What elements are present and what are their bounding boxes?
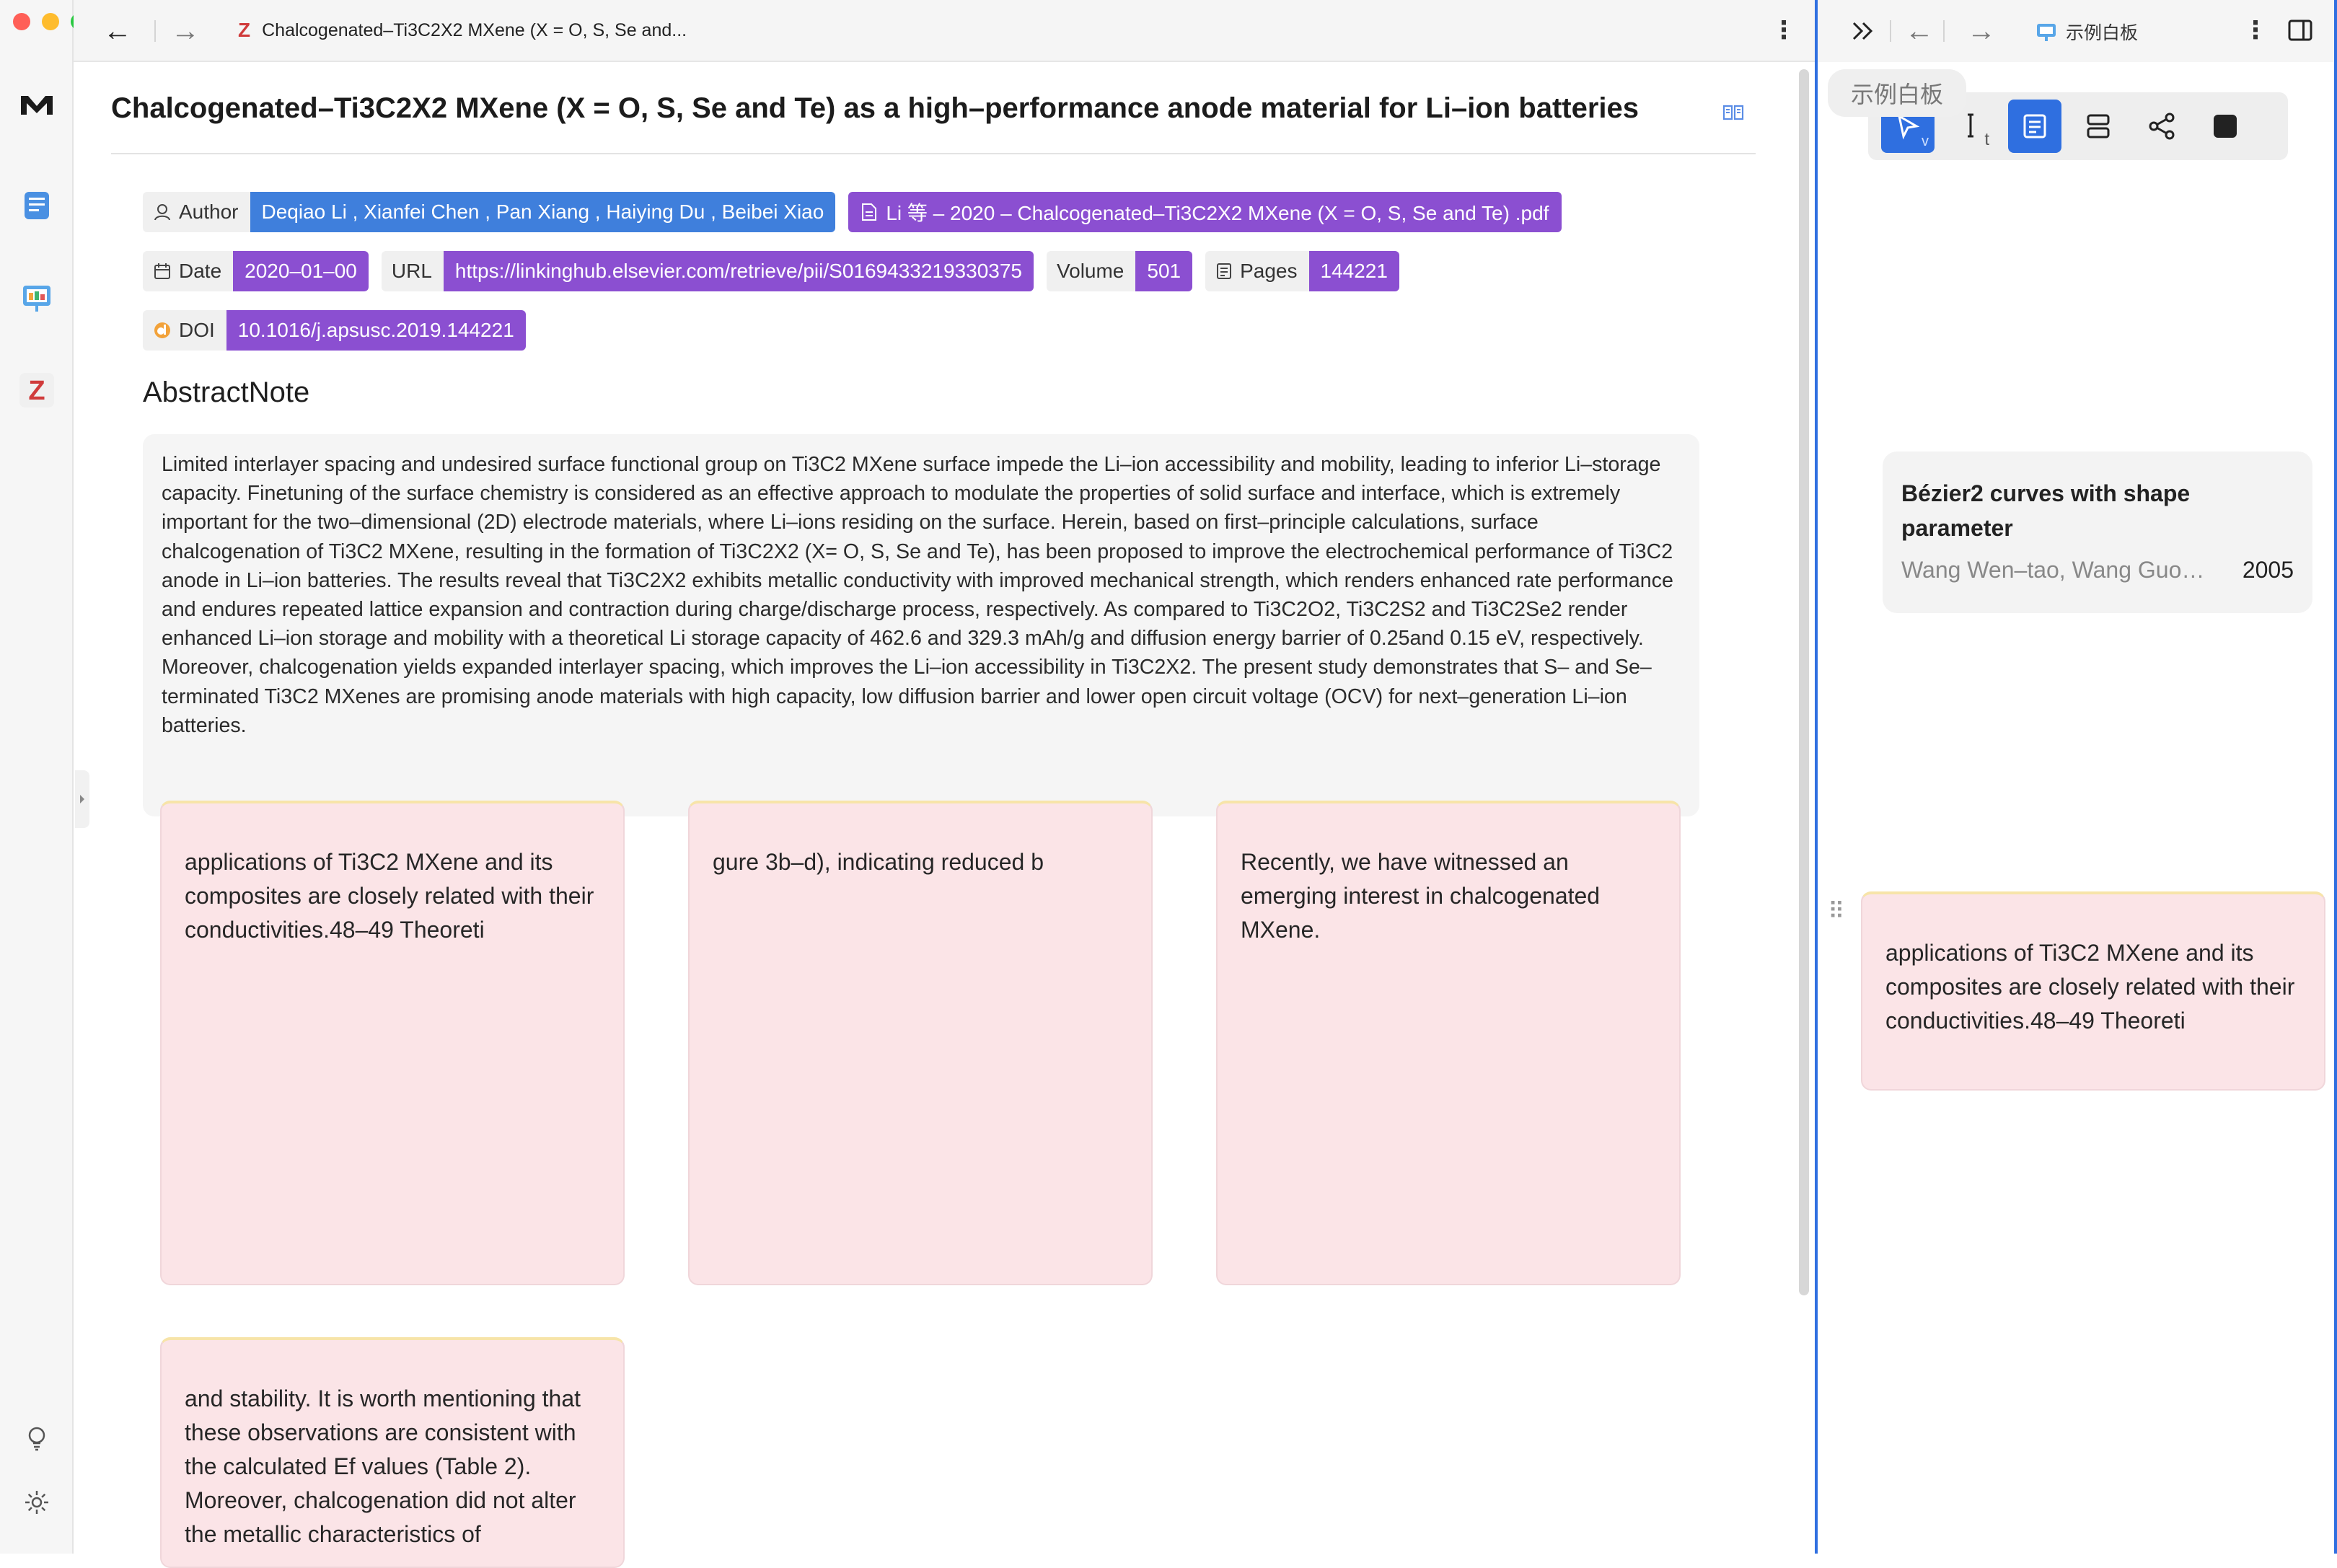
abstract-heading: AbstractNote: [143, 376, 310, 408]
meta-row-3: DOI 10.1016/j.apsusc.2019.144221: [143, 310, 526, 351]
note-card[interactable]: and stability. It is worth mentioning th…: [160, 1337, 625, 1568]
whiteboard-note-card[interactable]: applications of Ti3C2 MXene and its comp…: [1861, 891, 2325, 1091]
date-chip: Date 2020–01–00: [143, 251, 369, 291]
volume-value: 501: [1135, 251, 1193, 291]
whiteboard-tab-title[interactable]: 示例白板: [2035, 19, 2138, 45]
date-label: Date: [179, 260, 222, 282]
pdf-attachment-name: Li 等 – 2020 – Chalcogenated–Ti3C2X2 MXen…: [886, 202, 1549, 224]
color-swatch-icon: [2214, 115, 2237, 138]
layout-tool-button[interactable]: [2072, 100, 2125, 153]
zotero-tab-icon: Z: [238, 19, 251, 41]
note-icon: [2023, 114, 2046, 138]
document-view: Chalcogenated–Ti3C2X2 MXene (X = O, S, S…: [75, 63, 1792, 1568]
zotero-app-icon[interactable]: Z: [16, 369, 58, 411]
pages-icon: [1217, 263, 1232, 279]
collapse-handle[interactable]: [75, 770, 89, 828]
whiteboard-panel: ← → 示例白板 ⋮ v t 示例白板 Bézier2 curves with …: [1815, 0, 2337, 1554]
forward-button[interactable]: →: [164, 10, 206, 52]
document-title: Chalcogenated–Ti3C2X2 MXene (X = O, S, S…: [111, 92, 1640, 124]
whiteboard-app-icon[interactable]: [16, 277, 58, 319]
whiteboard-tab-bar: ← → 示例白板 ⋮: [1818, 0, 2334, 62]
collapse-panel-button[interactable]: [1842, 10, 1884, 52]
reference-card[interactable]: Bézier2 curves with shape parameter Wang…: [1883, 452, 2312, 613]
panel-back-button[interactable]: ←: [1898, 10, 1940, 52]
notes-app-icon[interactable]: [16, 185, 58, 226]
select-shortcut-hint: v: [1922, 133, 1929, 149]
chevron-right-icon: [80, 795, 84, 803]
left-rail: Z: [0, 0, 88, 1554]
url-label: URL: [381, 251, 444, 291]
user-icon: [154, 204, 170, 221]
nav-divider: [1943, 20, 1945, 42]
pages-value: 144221: [1308, 251, 1399, 291]
double-chevron-right-icon: [1852, 22, 1873, 40]
minimize-window-button[interactable]: [42, 13, 59, 30]
panel-more-button[interactable]: ⋮: [2243, 16, 2268, 45]
date-key: Date: [143, 251, 234, 291]
tab-title[interactable]: Z Chalcogenated–Ti3C2X2 MXene (X = O, S,…: [238, 19, 687, 42]
whiteboard-tab-label: 示例白板: [2066, 23, 2139, 43]
author-chip: Author Deqiao Li , Xianfei Chen , Pan Xi…: [143, 192, 836, 232]
nav-divider: [1890, 20, 1891, 42]
settings-gear-icon[interactable]: [16, 1481, 58, 1523]
app-logo-icon[interactable]: [16, 84, 58, 125]
abstract-text: Limited interlayer spacing and undesired…: [143, 434, 1699, 816]
nav-divider: [154, 20, 156, 42]
note-card[interactable]: applications of Ti3C2 MXene and its comp…: [160, 801, 625, 1285]
svg-text:Z: Z: [28, 376, 45, 406]
stack-layout-icon: [2087, 114, 2110, 138]
color-tool-button[interactable]: [2199, 100, 2252, 153]
share-nodes-icon: [2149, 113, 2175, 140]
close-window-button[interactable]: [13, 13, 30, 30]
meta-row-1: Author Deqiao Li , Xianfei Chen , Pan Xi…: [143, 192, 1562, 232]
drag-handle-icon[interactable]: ⠿: [1828, 897, 1845, 925]
title-divider: [111, 153, 1756, 154]
whiteboard-tooltip: 示例白板: [1828, 69, 1967, 117]
pdf-attachment-chip[interactable]: Li 等 – 2020 – Chalcogenated–Ti3C2X2 MXen…: [848, 192, 1562, 232]
author-key: Author: [143, 192, 250, 232]
more-options-button[interactable]: ⋮: [1772, 16, 1796, 45]
url-link[interactable]: https://linkinghub.elsevier.com/retrieve…: [443, 251, 1034, 291]
main-tab-bar: ← → Z Chalcogenated–Ti3C2X2 MXene (X = O…: [74, 0, 1818, 62]
reference-meta: Wang Wen–tao, Wang Guo… 2005: [1901, 557, 2294, 583]
open-reader-icon[interactable]: [1722, 104, 1744, 121]
whiteboard-tab-icon: [2037, 24, 2056, 41]
url-chip: URL https://linkinghub.elsevier.com/retr…: [381, 251, 1034, 291]
doi-key: DOI: [143, 310, 226, 351]
doi-icon: [154, 322, 170, 338]
date-value: 2020–01–00: [233, 251, 369, 291]
note-card[interactable]: gure 3b–d), indicating reduced b: [688, 801, 1153, 1285]
doi-value[interactable]: 10.1016/j.apsusc.2019.144221: [226, 310, 526, 351]
calendar-icon: [154, 263, 170, 279]
reference-title: Bézier2 curves with shape parameter: [1901, 480, 2191, 541]
reference-year: 2005: [2242, 557, 2294, 583]
pages-chip: Pages 144221: [1205, 251, 1399, 291]
doi-label: DOI: [179, 319, 215, 341]
pdf-file-icon: [862, 203, 877, 221]
panel-forward-button[interactable]: →: [1960, 10, 2002, 52]
sidebar-toggle-icon[interactable]: [2288, 19, 2312, 42]
author-value[interactable]: Deqiao Li , Xianfei Chen , Pan Xiang , H…: [250, 192, 836, 232]
note-tool-button[interactable]: [2008, 100, 2061, 153]
text-shortcut-hint: t: [1984, 130, 1989, 149]
volume-label: Volume: [1046, 251, 1136, 291]
main-scrollbar[interactable]: [1799, 69, 1809, 1295]
lightbulb-icon[interactable]: [16, 1418, 58, 1460]
volume-chip: Volume 501: [1046, 251, 1193, 291]
back-button[interactable]: ←: [97, 10, 138, 52]
tab-title-text: Chalcogenated–Ti3C2X2 MXene (X = O, S, S…: [262, 19, 687, 40]
connect-tool-button[interactable]: [2135, 100, 2188, 153]
doi-chip: DOI 10.1016/j.apsusc.2019.144221: [143, 310, 526, 351]
pages-key: Pages: [1205, 251, 1309, 291]
author-label: Author: [179, 201, 239, 223]
pages-label: Pages: [1240, 260, 1298, 282]
note-card[interactable]: Recently, we have witnessed an emerging …: [1216, 801, 1681, 1285]
text-cursor-icon: [1968, 113, 1973, 138]
reference-authors: Wang Wen–tao, Wang Guo…: [1901, 557, 2205, 583]
meta-row-2: Date 2020–01–00 URL https://linkinghub.e…: [143, 251, 1399, 291]
